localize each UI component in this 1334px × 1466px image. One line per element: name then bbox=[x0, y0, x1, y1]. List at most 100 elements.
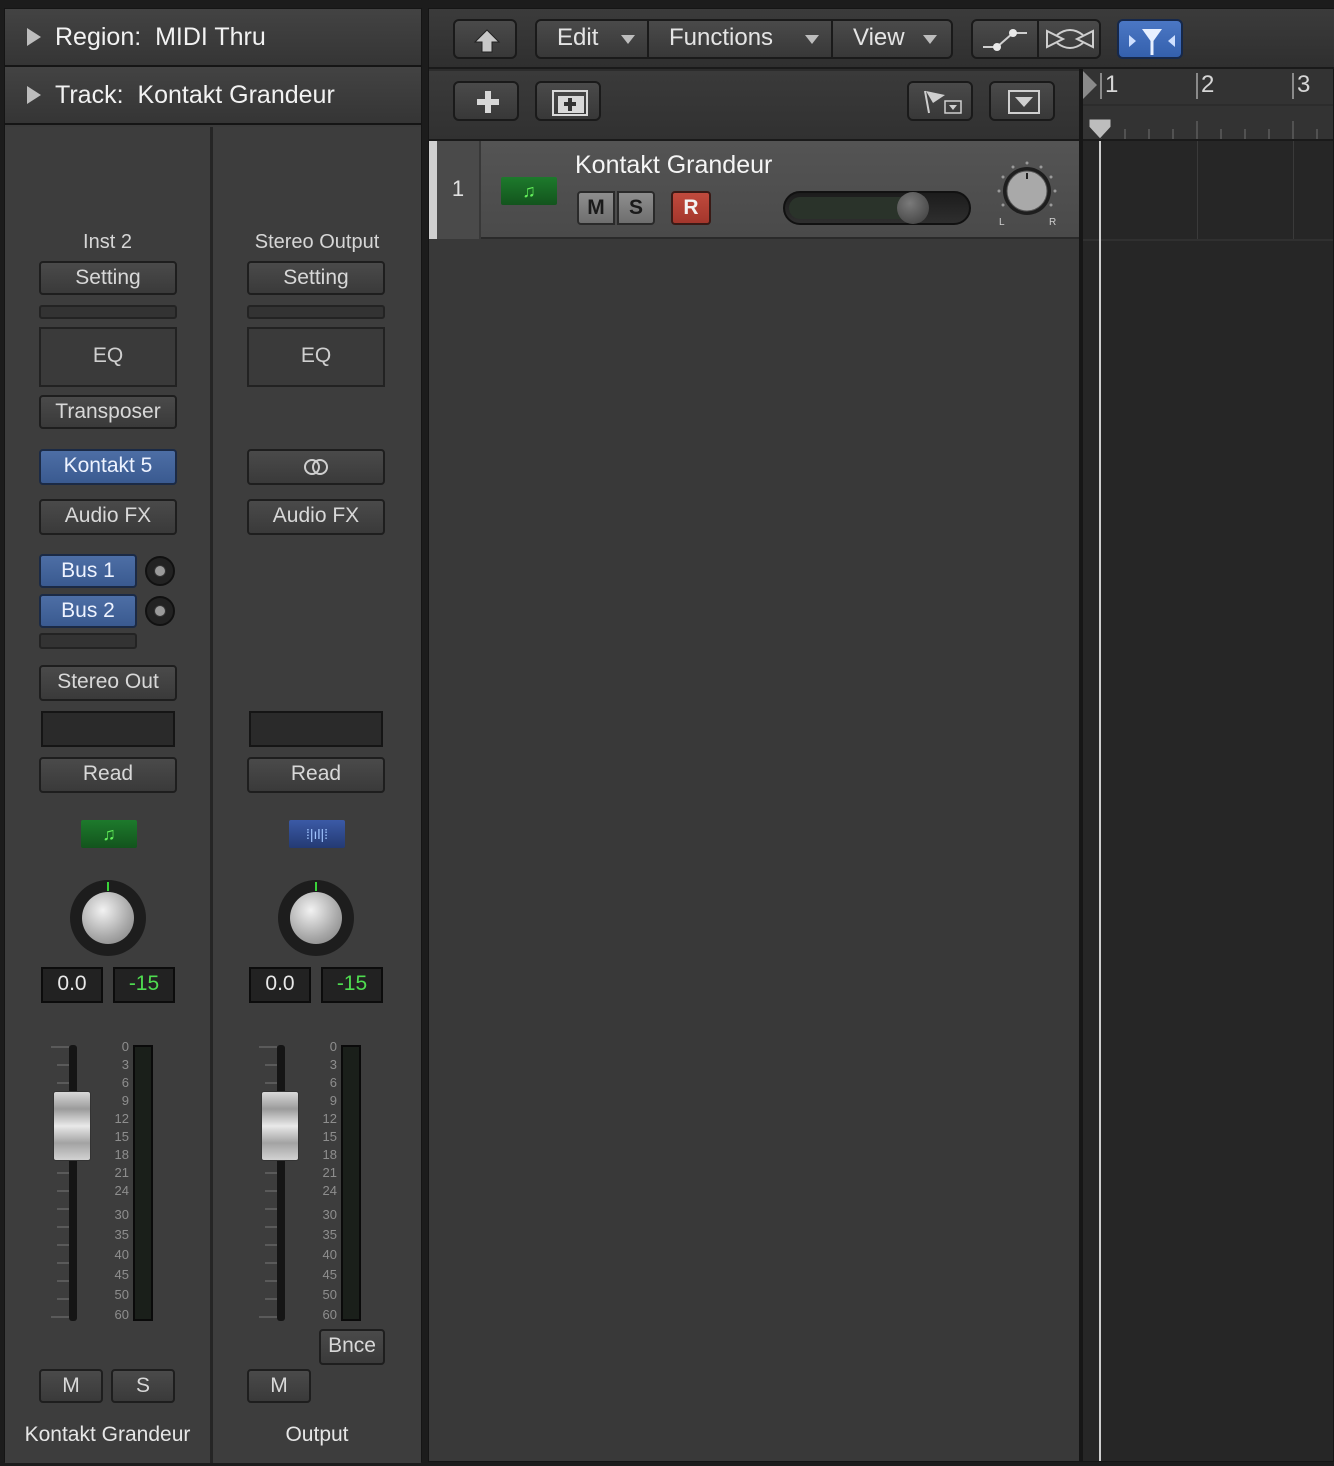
functions-menu[interactable]: Functions bbox=[649, 21, 831, 57]
gain-reduction-slot[interactable] bbox=[247, 305, 385, 319]
peak-level-readout[interactable]: -15 bbox=[113, 967, 175, 1003]
peak-level-readout[interactable]: -15 bbox=[321, 967, 383, 1003]
bar-gridline bbox=[1293, 141, 1294, 239]
volume-slider-thumb[interactable] bbox=[897, 192, 929, 224]
output-label: Stereo Output bbox=[254, 231, 380, 253]
send-empty-slot[interactable] bbox=[39, 633, 137, 649]
split-divider[interactable] bbox=[1079, 69, 1083, 1461]
track-list[interactable] bbox=[429, 141, 1079, 1461]
meter-scale-label: 3 bbox=[329, 1057, 337, 1072]
meter-scale-label: 50 bbox=[322, 1287, 337, 1302]
volume-readout[interactable]: 0.0 bbox=[41, 967, 103, 1003]
balance-knob[interactable] bbox=[278, 880, 354, 956]
group-slot[interactable] bbox=[249, 711, 383, 747]
edit-menu[interactable]: Edit bbox=[537, 21, 647, 57]
ruler-start-marker bbox=[1083, 71, 1097, 99]
bar-number: 2 bbox=[1201, 71, 1215, 98]
track-volume-slider[interactable] bbox=[783, 191, 971, 225]
region-inspector-title: Region: MIDI Thru bbox=[55, 23, 266, 51]
meter-scale-label: 21 bbox=[322, 1165, 337, 1180]
automation-curve-button[interactable] bbox=[973, 21, 1037, 57]
region-inspector-header[interactable]: Region: MIDI Thru bbox=[5, 9, 421, 67]
solo-button[interactable]: S bbox=[111, 1369, 175, 1403]
group-slot[interactable] bbox=[41, 711, 175, 747]
track-name[interactable]: Kontakt Grandeur bbox=[575, 151, 772, 180]
meter-scale-label: 0 bbox=[121, 1039, 129, 1054]
strip-divider bbox=[210, 127, 213, 1463]
record-enable-button[interactable]: R bbox=[671, 191, 711, 225]
track-mute-button[interactable]: M bbox=[577, 191, 615, 225]
send-level-knob[interactable] bbox=[145, 556, 175, 586]
pan-left-label: L bbox=[999, 217, 1005, 228]
new-track-button[interactable] bbox=[453, 81, 519, 121]
mute-button[interactable]: M bbox=[247, 1369, 311, 1403]
track-options-button[interactable] bbox=[989, 81, 1055, 121]
knob-cap bbox=[154, 565, 166, 577]
track-header[interactable]: 1 ♫ Kontakt Grandeur M S R L R bbox=[429, 141, 1079, 239]
playhead-line bbox=[1099, 141, 1101, 1461]
send-slot-bus-1[interactable]: Bus 1 bbox=[39, 554, 137, 588]
functions-menu-label: Functions bbox=[669, 24, 774, 51]
output-slot[interactable]: Stereo Out bbox=[39, 665, 177, 701]
midi-fx-slot[interactable]: Transposer bbox=[39, 395, 177, 429]
track-number: 1 bbox=[437, 141, 481, 239]
meter-scale-label: 15 bbox=[114, 1129, 129, 1144]
arrange-workspace[interactable] bbox=[1081, 141, 1333, 1461]
bar-number: 1 bbox=[1105, 71, 1119, 98]
volume-readout[interactable]: 0.0 bbox=[249, 967, 311, 1003]
catch-playhead-button[interactable] bbox=[1117, 19, 1183, 59]
volume-fader-handle[interactable] bbox=[261, 1091, 299, 1161]
audio-fx-slot[interactable]: Audio FX bbox=[247, 499, 385, 535]
channel-name[interactable]: Kontakt Grandeur bbox=[5, 1423, 210, 1447]
meter-scale-label: 3 bbox=[121, 1057, 129, 1072]
setting-button[interactable]: Setting bbox=[247, 261, 385, 295]
audio-fx-slot[interactable]: Audio FX bbox=[39, 499, 177, 535]
instrument-slot[interactable]: Kontakt 5 bbox=[39, 449, 177, 485]
view-menu[interactable]: View bbox=[833, 21, 953, 57]
mute-button[interactable]: M bbox=[39, 1369, 103, 1403]
volume-fader-track[interactable] bbox=[277, 1045, 285, 1321]
volume-fader-track[interactable] bbox=[69, 1045, 77, 1321]
setting-button[interactable]: Setting bbox=[39, 261, 177, 295]
bar-ruler[interactable]: 1 2 3 bbox=[1081, 69, 1333, 141]
send-level-knob[interactable] bbox=[145, 596, 175, 626]
track-pan-knob[interactable]: L R bbox=[995, 159, 1059, 228]
chevron-down-icon bbox=[621, 35, 635, 44]
automation-mode-button[interactable]: Read bbox=[39, 757, 177, 793]
inspector-panel: Region: MIDI Thru Track: Kontakt Grandeu… bbox=[4, 8, 422, 1463]
track-solo-button[interactable]: S bbox=[617, 191, 655, 225]
view-menu-label: View bbox=[853, 24, 905, 51]
send-slot-bus-2[interactable]: Bus 2 bbox=[39, 594, 137, 628]
menu-bar: Edit Functions View bbox=[535, 19, 953, 59]
channel-name[interactable]: Output bbox=[213, 1423, 421, 1447]
volume-fader-handle[interactable] bbox=[53, 1091, 91, 1161]
stereo-link-button[interactable] bbox=[247, 449, 385, 485]
track-filter-button[interactable] bbox=[907, 81, 973, 121]
eq-display[interactable]: EQ bbox=[39, 327, 177, 387]
flex-time-button[interactable] bbox=[1039, 21, 1101, 57]
catch-icon bbox=[1129, 29, 1175, 55]
track-header-toolbar bbox=[429, 71, 1081, 141]
bounce-button[interactable]: Bnce bbox=[319, 1329, 385, 1365]
go-up-button[interactable] bbox=[453, 19, 517, 59]
meter-scale-label: 60 bbox=[322, 1307, 337, 1322]
automation-mode-button[interactable]: Read bbox=[247, 757, 385, 793]
meter-scale: 0 3 6 9 12 15 18 21 24 30 35 40 45 50 60 bbox=[309, 1039, 341, 1329]
gain-reduction-slot[interactable] bbox=[39, 305, 177, 319]
eq-display[interactable]: EQ bbox=[247, 327, 385, 387]
disclosure-triangle-icon[interactable] bbox=[27, 28, 41, 46]
track-inspector-header[interactable]: Track: Kontakt Grandeur bbox=[5, 67, 421, 125]
knob-cap bbox=[154, 605, 166, 617]
disclosure-triangle-icon[interactable] bbox=[27, 86, 41, 104]
level-meter bbox=[341, 1045, 361, 1321]
knob-cap bbox=[82, 892, 134, 944]
flag-icon bbox=[924, 90, 962, 114]
new-track-stack-button[interactable] bbox=[535, 81, 601, 121]
bar-number: 3 bbox=[1297, 71, 1311, 98]
instrument-track-icon[interactable]: ♫ bbox=[501, 177, 557, 205]
meter-scale-label: 30 bbox=[114, 1207, 129, 1222]
pan-knob[interactable] bbox=[70, 880, 146, 956]
track-inspector-title: Track: Kontakt Grandeur bbox=[55, 81, 335, 109]
track-lane-divider bbox=[1081, 239, 1333, 241]
plus-icon bbox=[477, 91, 499, 113]
